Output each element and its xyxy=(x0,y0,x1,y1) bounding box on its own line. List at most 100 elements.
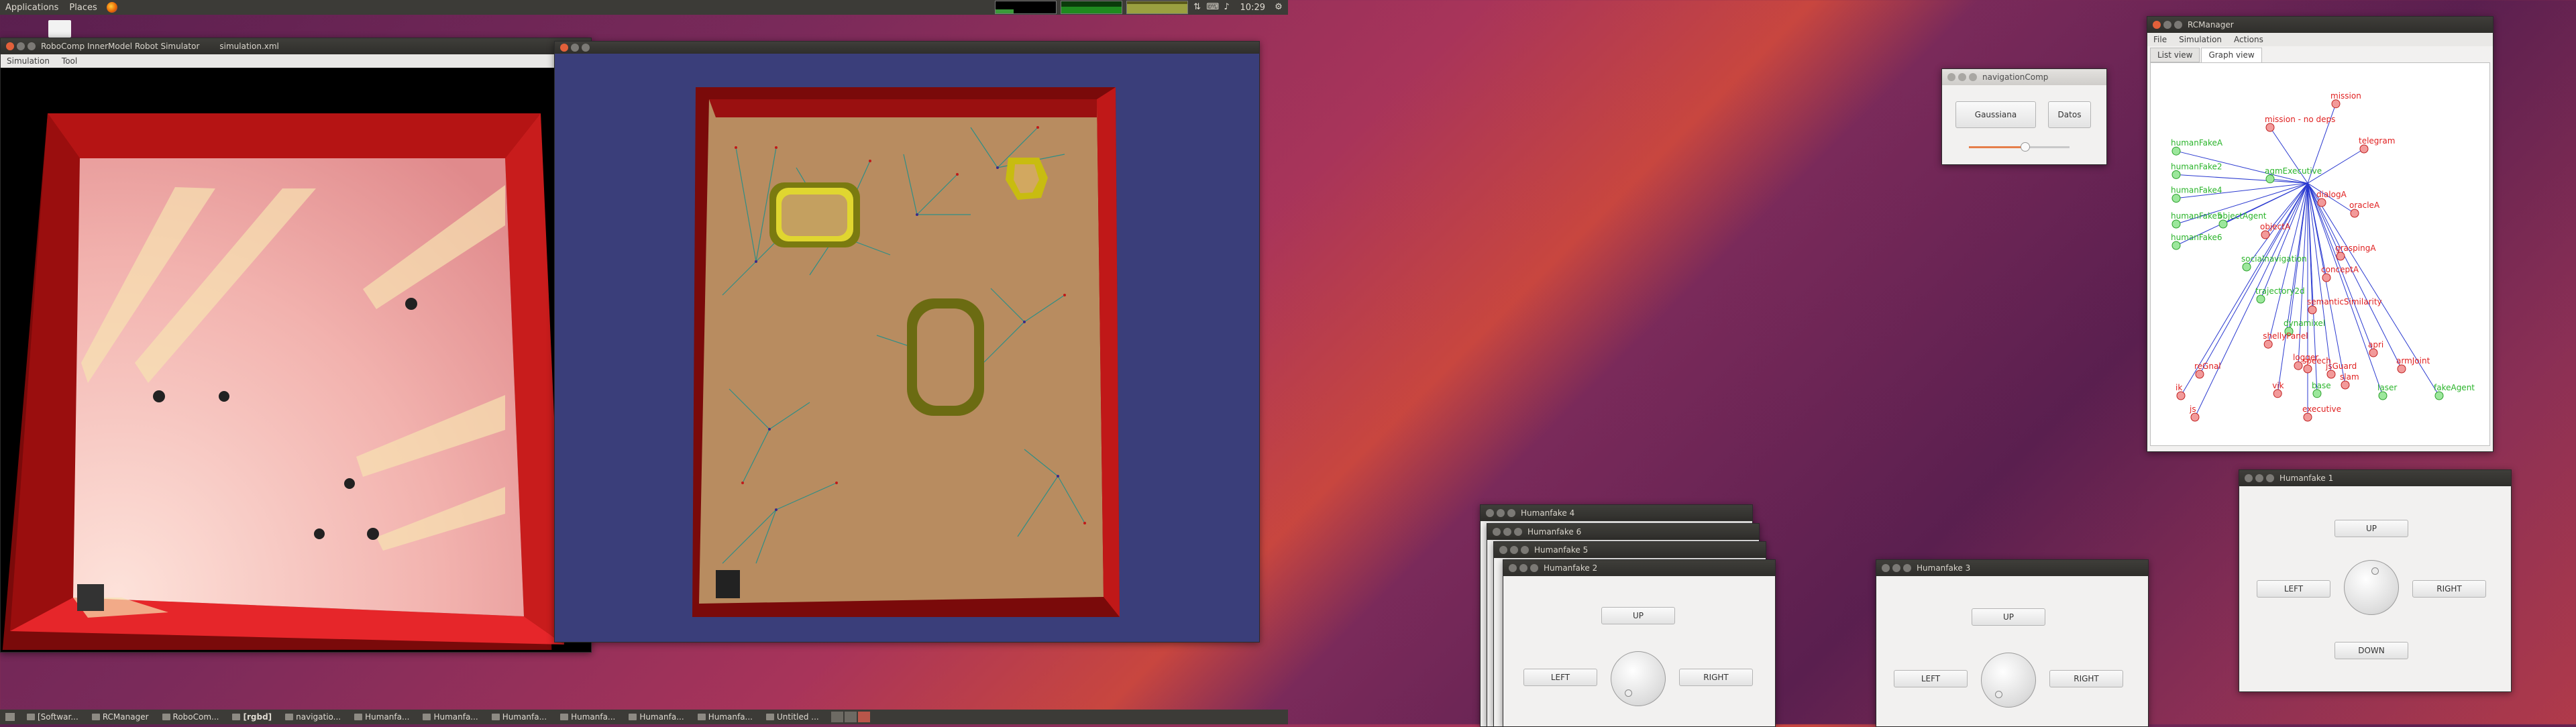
taskbar-item[interactable]: Humanfa... xyxy=(416,712,484,722)
graph-node-red[interactable] xyxy=(2190,412,2200,422)
maximize-button[interactable] xyxy=(2266,474,2274,482)
maximize-button[interactable] xyxy=(1969,73,1977,81)
desktop-file-icon[interactable] xyxy=(48,20,71,38)
maximize-button[interactable] xyxy=(582,44,590,52)
taskbar-item[interactable]: [rgbd] xyxy=(225,712,278,722)
graph-node-green[interactable] xyxy=(2265,174,2275,184)
tab-list-view[interactable]: List view xyxy=(2150,48,2200,62)
graph-node-red[interactable] xyxy=(2359,144,2369,154)
humanfake4-titlebar[interactable]: Humanfake 4 xyxy=(1481,505,1752,521)
navigationcomp-titlebar[interactable]: navigationComp xyxy=(1942,69,2106,85)
show-desktop-icon[interactable] xyxy=(5,713,15,721)
close-button[interactable] xyxy=(1493,528,1501,536)
minimize-button[interactable] xyxy=(1510,546,1518,554)
close-button[interactable] xyxy=(1882,564,1890,572)
clock[interactable]: 10:29 xyxy=(1236,3,1269,13)
graph-node-green[interactable] xyxy=(2378,391,2387,400)
menu-tool[interactable]: Tool xyxy=(56,56,83,66)
taskbar-item[interactable]: Humanfa... xyxy=(553,712,622,722)
graph-node-green[interactable] xyxy=(2171,241,2181,250)
graph-node-red[interactable] xyxy=(2263,339,2273,349)
close-button[interactable] xyxy=(1947,73,1955,81)
graph-node-green[interactable] xyxy=(2171,219,2181,229)
up-button[interactable]: UP xyxy=(2334,520,2408,537)
humanfake5-titlebar[interactable]: Humanfake 5 xyxy=(1494,542,1766,558)
menu-simulation[interactable]: Simulation xyxy=(1,56,56,66)
graph-node-red[interactable] xyxy=(2336,251,2345,261)
taskbar-item[interactable]: RoboCom... xyxy=(156,712,226,722)
maximize-button[interactable] xyxy=(2174,21,2182,29)
maximize-button[interactable] xyxy=(1903,564,1911,572)
right-button[interactable]: RIGHT xyxy=(1679,669,1753,686)
minimize-button[interactable] xyxy=(17,42,25,50)
graph-node-red[interactable] xyxy=(2261,230,2270,239)
graph-node-red[interactable] xyxy=(2294,361,2303,370)
close-button[interactable] xyxy=(1509,564,1517,572)
maximize-button[interactable] xyxy=(1514,528,1522,536)
rotation-dial[interactable] xyxy=(1981,653,2036,708)
taskbar-item[interactable]: Humanfa... xyxy=(485,712,553,722)
rcmanager-graph-view[interactable]: humanFakeA humanFake2 humanFake4 humanFake5… xyxy=(2150,62,2490,446)
taskbar-item[interactable]: Humanfa... xyxy=(691,712,759,722)
left-button[interactable]: LEFT xyxy=(1523,669,1597,686)
left-button[interactable]: LEFT xyxy=(2257,580,2330,598)
menu-file[interactable]: File xyxy=(2147,35,2173,44)
firefox-icon[interactable] xyxy=(106,2,117,13)
keyboard-icon[interactable]: ⌨ xyxy=(1207,2,1220,13)
taskbar-item[interactable]: Untitled ... xyxy=(759,712,826,722)
minimize-button[interactable] xyxy=(1503,528,1511,536)
graph-node-red[interactable] xyxy=(2350,209,2359,218)
navigation-map-view[interactable] xyxy=(555,54,1258,640)
graph-node-red[interactable] xyxy=(2397,364,2406,374)
graph-node-green[interactable] xyxy=(2256,294,2265,304)
graph-node-red[interactable] xyxy=(2308,305,2317,315)
applications-menu[interactable]: Applications xyxy=(0,3,64,13)
graph-node-red[interactable] xyxy=(2341,380,2350,390)
up-button[interactable]: UP xyxy=(1601,607,1675,624)
volume-icon[interactable]: ♪ xyxy=(1222,2,1232,13)
maximize-button[interactable] xyxy=(1521,546,1529,554)
graph-node-green[interactable] xyxy=(2242,262,2251,272)
up-button[interactable]: UP xyxy=(1972,608,2045,626)
maximize-button[interactable] xyxy=(1507,509,1515,517)
minimize-button[interactable] xyxy=(1892,564,1900,572)
minimize-button[interactable] xyxy=(1958,73,1966,81)
rotation-dial[interactable] xyxy=(2344,560,2399,615)
taskbar-item[interactable]: RCManager xyxy=(85,712,156,722)
graph-node-green[interactable] xyxy=(2171,146,2181,156)
tab-graph-view[interactable]: Graph view xyxy=(2201,48,2262,62)
close-button[interactable] xyxy=(2245,474,2253,482)
graph-node-green[interactable] xyxy=(2312,389,2322,398)
graph-node-green[interactable] xyxy=(2171,170,2181,179)
down-button[interactable]: DOWN xyxy=(2334,642,2408,659)
taskbar-item[interactable]: Humanfa... xyxy=(622,712,690,722)
minimize-button[interactable] xyxy=(571,44,579,52)
humanfake6-titlebar[interactable]: Humanfake 6 xyxy=(1487,524,1759,540)
minimize-button[interactable] xyxy=(1497,509,1505,517)
graph-node-red[interactable] xyxy=(2369,348,2378,357)
graph-node-red[interactable] xyxy=(2303,364,2312,374)
graph-node-red[interactable] xyxy=(2273,389,2282,398)
close-button[interactable] xyxy=(2153,21,2161,29)
gear-icon[interactable]: ⚙ xyxy=(1273,2,1284,13)
close-button[interactable] xyxy=(6,42,14,50)
right-button[interactable]: RIGHT xyxy=(2049,670,2123,687)
graph-node-red[interactable] xyxy=(2303,412,2312,422)
slider-handle[interactable] xyxy=(2020,142,2030,152)
rotation-dial[interactable] xyxy=(1611,651,1666,706)
minimize-button[interactable] xyxy=(2255,474,2263,482)
menu-actions[interactable]: Actions xyxy=(2228,35,2269,44)
close-button[interactable] xyxy=(1486,509,1494,517)
simulator-titlebar[interactable]: RoboComp InnerModel Robot Simulator simu… xyxy=(1,38,591,54)
places-menu[interactable]: Places xyxy=(64,3,102,13)
datos-button[interactable]: Datos xyxy=(2048,101,2091,128)
graph-node-red[interactable] xyxy=(2176,391,2186,400)
graph-node-green[interactable] xyxy=(2434,391,2444,400)
graph-node-red[interactable] xyxy=(2195,370,2204,379)
gaussiana-button[interactable]: Gaussiana xyxy=(1955,101,2036,128)
simulation-3d-view[interactable] xyxy=(1,68,590,650)
taskbar-item[interactable]: Humanfa... xyxy=(347,712,416,722)
humanfake2-titlebar[interactable]: Humanfake 2 xyxy=(1503,560,1775,576)
slider-track[interactable] xyxy=(1969,142,2070,152)
graph-node-green[interactable] xyxy=(2171,194,2181,203)
